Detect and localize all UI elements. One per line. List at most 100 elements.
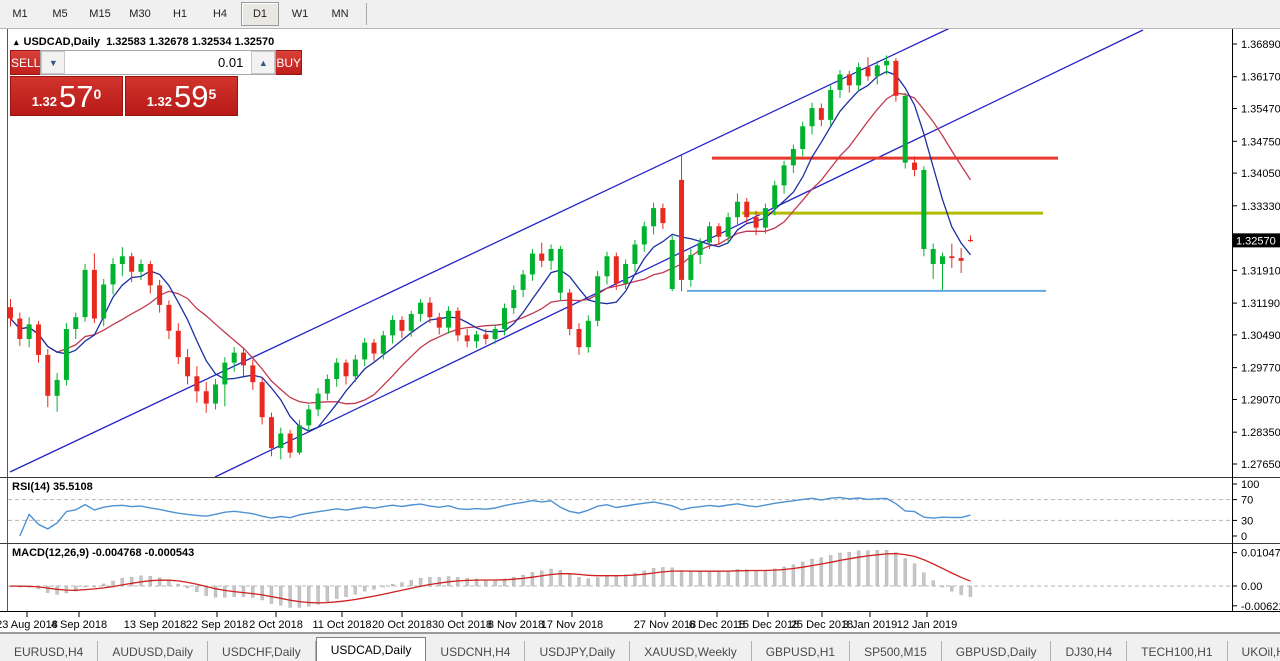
macd-histogram-bar	[298, 586, 301, 607]
chart-tab-usdchf[interactable]: USDCHF,Daily	[208, 641, 316, 661]
candlestick	[567, 293, 572, 329]
ask-price-panel[interactable]: 1.32 59 5	[125, 76, 238, 116]
date-axis-label[interactable]: 2 Oct 2018	[249, 619, 303, 631]
chart-tab-ukoil[interactable]: UKOil,H1	[1228, 641, 1280, 661]
candlestick	[810, 108, 815, 126]
candlestick	[875, 65, 880, 76]
date-axis-label[interactable]: 11 Oct 2018	[312, 619, 371, 631]
collapse-window-icon[interactable]: ▴	[14, 37, 19, 47]
candlestick	[763, 208, 768, 228]
macd-histogram-bar	[382, 586, 385, 587]
bid-price-panel[interactable]: 1.32 57 0	[10, 76, 123, 116]
macd-histogram-bar	[307, 586, 310, 606]
bid-price-pipette: 0	[94, 77, 102, 111]
chart-window-title: ▴USDCAD,Daily 1.32583 1.32678 1.32534 1.…	[14, 36, 274, 48]
date-axis-label[interactable]: 23 Aug 2018	[0, 619, 58, 631]
candlestick	[511, 290, 516, 308]
timeframe-button-m30[interactable]: M30	[121, 2, 159, 26]
price-axis-label: 1.36170	[1241, 72, 1280, 84]
candlestick	[194, 376, 199, 391]
candlestick	[176, 331, 181, 357]
macd-histogram-bar	[848, 552, 851, 586]
timeframe-button-m1[interactable]: M1	[1, 2, 39, 26]
candlestick	[64, 329, 69, 380]
date-axis-label[interactable]: 3 Jan 2019	[843, 619, 897, 631]
chart-tab-xauusd[interactable]: XAUUSD,Weekly	[630, 641, 751, 661]
timeframe-button-h4[interactable]: H4	[201, 2, 239, 26]
candlestick	[754, 217, 759, 227]
chart-tab-usdcnh[interactable]: USDCNH,H4	[426, 641, 525, 661]
ask-price-prefix: 1.32	[147, 92, 172, 112]
chart-tab-gbpusd[interactable]: GBPUSD,H1	[752, 641, 850, 661]
date-axis-label[interactable]: 13 Sep 2018	[124, 619, 186, 631]
macd-histogram-bar	[214, 586, 217, 597]
candlestick	[837, 74, 842, 89]
chart-tab-eurusd[interactable]: EURUSD,H4	[0, 641, 98, 661]
volume-stepper: ▼ ▲	[40, 50, 276, 75]
macd-histogram-bar	[932, 581, 935, 586]
candlestick	[465, 335, 470, 341]
timeframe-button-d1[interactable]: D1	[241, 2, 279, 26]
macd-histogram-bar	[522, 575, 525, 586]
macd-histogram-bar	[661, 567, 664, 586]
date-axis-label[interactable]: 8 Nov 2018	[488, 619, 544, 631]
macd-histogram-bar	[400, 583, 403, 586]
macd-histogram-bar	[624, 575, 627, 586]
timeframe-button-h1[interactable]: H1	[161, 2, 199, 26]
timeframe-button-w1[interactable]: W1	[281, 2, 319, 26]
timeframe-button-mn[interactable]: MN	[321, 2, 359, 26]
timeframe-toolbar: M1M5M15M30H1H4D1W1MN	[0, 0, 1280, 29]
rsi-axis-label: 0	[1241, 531, 1247, 543]
timeframe-button-m5[interactable]: M5	[41, 2, 79, 26]
date-axis-label[interactable]: 20 Oct 2018	[372, 619, 432, 631]
price-axis-label: 1.29770	[1241, 363, 1280, 375]
chart-tab-usdjpy[interactable]: USDJPY,Daily	[525, 641, 630, 661]
date-axis-label[interactable]: 30 Oct 2018	[432, 619, 492, 631]
timeframe-button-m15[interactable]: M15	[81, 2, 119, 26]
chart-tab-gbpusd[interactable]: GBPUSD,Daily	[942, 641, 1052, 661]
buy-button[interactable]: BUY	[276, 50, 302, 75]
candlestick	[92, 270, 97, 319]
macd-histogram-bar	[801, 562, 804, 586]
volume-decrease-button[interactable]: ▼	[41, 51, 65, 74]
candlestick	[651, 208, 656, 226]
candlestick	[903, 96, 908, 163]
sell-button[interactable]: SELL	[10, 50, 40, 75]
chart-tab-usdcad[interactable]: USDCAD,Daily	[316, 637, 427, 661]
candlestick	[716, 226, 721, 236]
date-axis-label[interactable]: 27 Nov 2018	[634, 619, 696, 631]
candlestick	[204, 391, 209, 403]
chart-tab-audusd[interactable]: AUDUSD,Daily	[98, 641, 208, 661]
chart-tab-sp500[interactable]: SP500,M15	[850, 641, 942, 661]
rsi-axis-label: 30	[1241, 515, 1253, 527]
volume-input[interactable]	[65, 51, 251, 74]
chart-symbol-label: USDCAD,Daily	[24, 36, 100, 48]
chart-tab-dj30[interactable]: DJ30,H4	[1051, 641, 1127, 661]
candlestick	[604, 256, 609, 276]
price-axis-label: 1.33330	[1241, 201, 1280, 213]
macd-histogram-bar	[223, 586, 226, 597]
candlestick	[455, 311, 460, 336]
price-axis-label: 1.29070	[1241, 394, 1280, 406]
volume-increase-button[interactable]: ▲	[251, 51, 275, 74]
date-axis-label[interactable]: 22 Sep 2018	[186, 619, 248, 631]
candlestick	[595, 276, 600, 321]
date-axis-label[interactable]: 12 Jan 2019	[897, 619, 958, 631]
date-axis-label[interactable]: 17 Nov 2018	[541, 619, 603, 631]
macd-histogram-bar	[829, 555, 832, 586]
candlestick	[884, 61, 889, 66]
macd-histogram-bar	[755, 570, 758, 586]
candlestick	[782, 165, 787, 185]
macd-histogram-bar	[540, 571, 543, 586]
chart-tab-tech100[interactable]: TECH100,H1	[1127, 641, 1227, 661]
macd-histogram-bar	[680, 571, 683, 586]
macd-histogram-bar	[167, 580, 170, 586]
candlestick	[856, 67, 861, 85]
bid-price-main: 57	[59, 82, 93, 112]
candlestick	[111, 264, 116, 284]
macd-histogram-bar	[717, 571, 720, 586]
macd-histogram-bar	[643, 571, 646, 586]
candlestick	[688, 255, 693, 280]
candlestick	[959, 258, 964, 261]
date-axis-label[interactable]: 4 Sep 2018	[51, 619, 107, 631]
